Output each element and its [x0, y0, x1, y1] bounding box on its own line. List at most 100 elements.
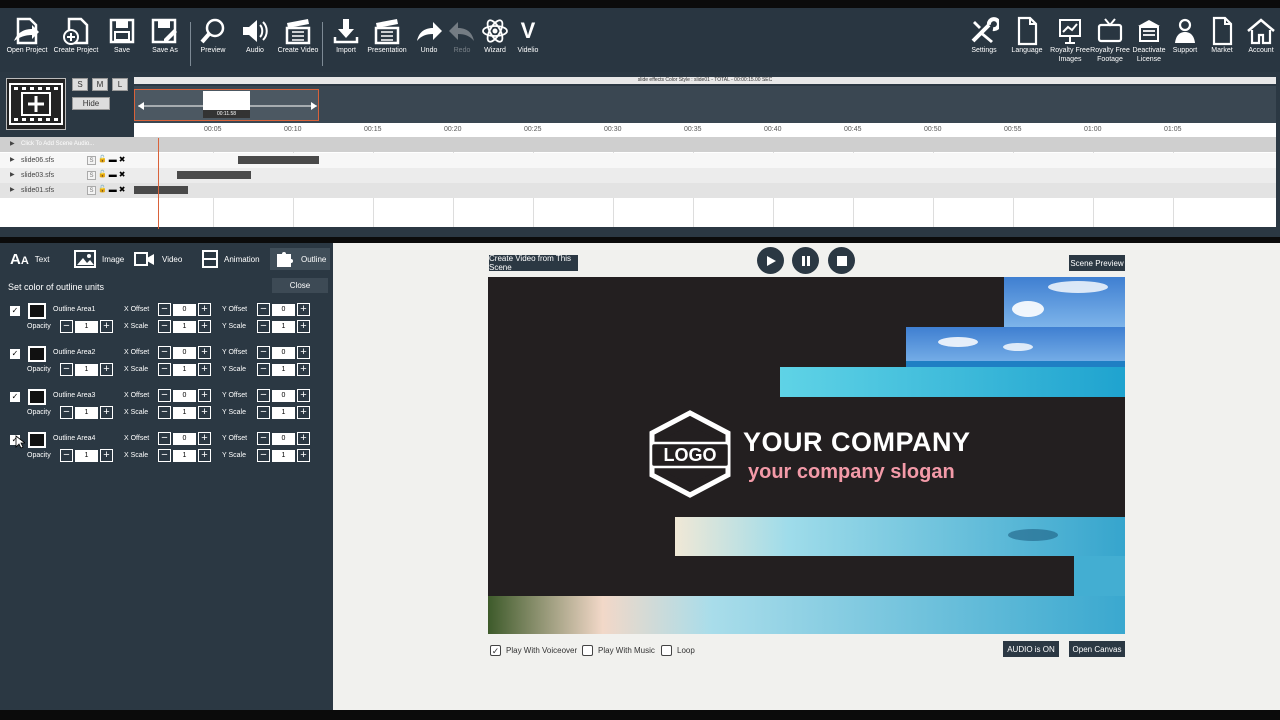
x-scale-value[interactable]: 1	[173, 320, 196, 333]
outline-color-swatch[interactable]	[28, 303, 46, 319]
x-offset-value[interactable]: 0	[173, 389, 196, 402]
tab-video[interactable]: Video	[130, 248, 190, 270]
track-solo-toggle[interactable]: S	[87, 185, 96, 195]
royalty-free-footage-button[interactable]: Royalty Free Footage	[1090, 16, 1130, 72]
opacity-value[interactable]: 1	[75, 320, 98, 333]
increment-button[interactable]: +	[297, 346, 310, 359]
y-offset-value[interactable]: 0	[272, 303, 295, 316]
increment-button[interactable]: +	[198, 346, 211, 359]
x-scale-value[interactable]: 1	[173, 449, 196, 462]
y-offset-value[interactable]: 0	[272, 389, 295, 402]
outline-area-checkbox[interactable]: ✓	[10, 306, 20, 316]
decrement-button[interactable]: −	[158, 363, 171, 376]
track-row[interactable]: ▶ slide01.sfs S 🔓 ▬ ✖	[0, 183, 1276, 198]
market-button[interactable]: Market	[1206, 16, 1238, 72]
decrement-button[interactable]: −	[257, 346, 270, 359]
decrement-button[interactable]: −	[257, 320, 270, 333]
x-offset-value[interactable]: 0	[173, 346, 196, 359]
pause-button[interactable]	[792, 247, 819, 274]
increment-button[interactable]: +	[198, 320, 211, 333]
decrement-button[interactable]: −	[158, 303, 171, 316]
create-video-from-scene-button[interactable]: Create Video from This Scene	[489, 254, 578, 272]
music-checkbox[interactable]	[582, 645, 593, 656]
increment-button[interactable]: +	[297, 320, 310, 333]
opacity-value[interactable]: 1	[75, 406, 98, 419]
decrement-button[interactable]: −	[60, 363, 73, 376]
stop-button[interactable]	[828, 247, 855, 274]
import-button[interactable]: Import	[332, 16, 360, 72]
track-clip[interactable]	[238, 156, 319, 164]
track-clip[interactable]	[177, 171, 251, 179]
x-offset-value[interactable]: 0	[173, 432, 196, 445]
size-medium-button[interactable]: M	[92, 78, 108, 91]
increment-button[interactable]: +	[198, 406, 211, 419]
outline-area-checkbox[interactable]: ✓	[10, 392, 20, 402]
y-scale-value[interactable]: 1	[272, 320, 295, 333]
x-offset-value[interactable]: 0	[173, 303, 196, 316]
decrement-button[interactable]: −	[257, 432, 270, 445]
wizard-button[interactable]: Wizard	[480, 16, 510, 72]
track-solo-toggle[interactable]: S	[87, 170, 96, 180]
decrement-button[interactable]: −	[60, 320, 73, 333]
scene-canvas[interactable]: LOGO YOUR COMPANY your company slogan	[488, 277, 1125, 634]
add-scene-button[interactable]	[6, 78, 66, 130]
increment-button[interactable]: +	[100, 363, 113, 376]
voiceover-checkbox[interactable]: ✓	[490, 645, 501, 656]
decrement-button[interactable]: −	[60, 449, 73, 462]
y-offset-value[interactable]: 0	[272, 346, 295, 359]
delete-x-icon[interactable]: ✖	[119, 155, 126, 165]
support-button[interactable]: Support	[1168, 16, 1202, 72]
track-row[interactable]: ▶ slide03.sfs S 🔓 ▬ ✖	[0, 168, 1276, 183]
expand-arrow-icon[interactable]: ▶	[10, 168, 15, 183]
increment-button[interactable]: +	[198, 303, 211, 316]
decrement-button[interactable]: −	[158, 346, 171, 359]
increment-button[interactable]: +	[100, 320, 113, 333]
increment-button[interactable]: +	[297, 389, 310, 402]
increment-button[interactable]: +	[198, 432, 211, 445]
hide-timeline-button[interactable]: Hide	[72, 97, 110, 110]
audio-on-button[interactable]: AUDIO is ON	[1003, 641, 1059, 657]
audio-button[interactable]: Audio	[240, 16, 270, 72]
increment-button[interactable]: +	[198, 389, 211, 402]
open-project-button[interactable]: Open Project	[6, 16, 48, 72]
scene-preview-button[interactable]: Scene Preview	[1069, 255, 1125, 271]
tab-outline[interactable]: Outline	[270, 248, 330, 270]
y-offset-value[interactable]: 0	[272, 432, 295, 445]
size-large-button[interactable]: L	[112, 78, 128, 91]
decrement-button[interactable]: −	[158, 432, 171, 445]
x-scale-value[interactable]: 1	[173, 406, 196, 419]
delete-x-icon[interactable]: ✖	[119, 185, 126, 195]
decrement-button[interactable]: −	[257, 449, 270, 462]
x-scale-value[interactable]: 1	[173, 363, 196, 376]
outline-color-swatch[interactable]	[28, 389, 46, 405]
save-button[interactable]: Save	[106, 16, 138, 72]
minimize-icon[interactable]: ▬	[109, 170, 117, 180]
minimize-icon[interactable]: ▬	[109, 185, 117, 195]
increment-button[interactable]: +	[297, 406, 310, 419]
close-button[interactable]: Close	[272, 278, 328, 293]
decrement-button[interactable]: −	[158, 320, 171, 333]
lock-icon[interactable]: 🔓	[98, 185, 107, 195]
increment-button[interactable]: +	[198, 449, 211, 462]
decrement-button[interactable]: −	[60, 406, 73, 419]
create-project-button[interactable]: Create Project	[54, 16, 98, 72]
tab-animation[interactable]: Animation	[198, 248, 268, 270]
tab-text[interactable]: AA Text	[6, 248, 66, 270]
account-button[interactable]: Account	[1244, 16, 1278, 72]
track-row[interactable]: ▶ slide06.sfs S 🔓 ▬ ✖	[0, 153, 1276, 168]
track-clip[interactable]	[134, 186, 188, 194]
preview-button[interactable]: Preview	[198, 16, 228, 72]
scene-audio-row[interactable]: ▶ Click To Add Scene Audio...	[0, 137, 1276, 152]
language-button[interactable]: Language	[1010, 16, 1044, 72]
redo-button[interactable]: Redo	[448, 16, 476, 72]
opacity-value[interactable]: 1	[75, 363, 98, 376]
decrement-button[interactable]: −	[158, 449, 171, 462]
outline-color-swatch[interactable]	[28, 432, 46, 448]
increment-button[interactable]: +	[100, 449, 113, 462]
increment-button[interactable]: +	[100, 406, 113, 419]
royalty-free-images-button[interactable]: Royalty Free Images	[1050, 16, 1090, 72]
size-small-button[interactable]: S	[72, 78, 88, 91]
y-scale-value[interactable]: 1	[272, 406, 295, 419]
y-scale-value[interactable]: 1	[272, 363, 295, 376]
increment-button[interactable]: +	[297, 432, 310, 445]
